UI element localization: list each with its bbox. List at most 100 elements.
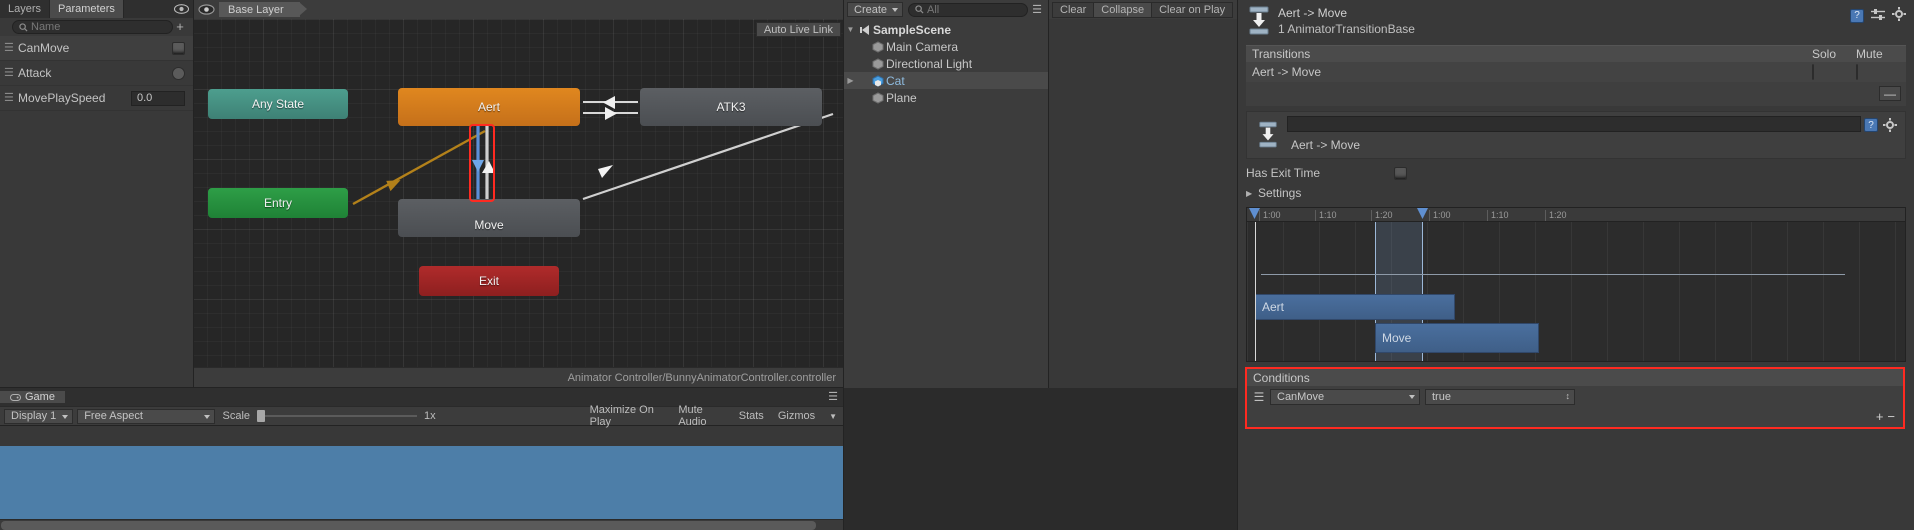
hierarchy-item-directional-light[interactable]: Directional Light <box>844 55 1049 72</box>
hierarchy-item-label: SampleScene <box>873 22 952 37</box>
gear-icon[interactable] <box>1881 116 1899 154</box>
transitions-header-label: Transitions <box>1252 47 1311 61</box>
hierarchy-item-main-camera[interactable]: Main Camera <box>844 38 1049 55</box>
console-toolbar: Clear Collapse Clear on Play <box>1049 0 1238 19</box>
conditions-footer: + − <box>1247 408 1903 425</box>
create-dropdown[interactable]: Create <box>847 2 903 17</box>
condition-value-dropdown[interactable]: true <box>1425 389 1575 405</box>
drag-handle-icon[interactable]: ☰ <box>4 92 18 103</box>
help-icon[interactable]: ? <box>1861 116 1881 154</box>
add-parameter-button[interactable]: + <box>173 20 187 33</box>
maximize-on-play-toggle[interactable]: Maximize On Play <box>583 404 672 428</box>
transition-name-input[interactable] <box>1287 116 1861 132</box>
hierarchy-item-plane[interactable]: Plane <box>844 89 1049 106</box>
panel-divider[interactable] <box>843 0 844 530</box>
layer-visibility-icon[interactable] <box>169 0 193 18</box>
hierarchy-menu-icon[interactable]: ☰ <box>1028 4 1046 15</box>
layer-eye-icon[interactable] <box>193 0 219 19</box>
scale-slider[interactable] <box>257 409 418 423</box>
parameter-trigger-radio[interactable] <box>172 66 185 80</box>
panel-divider[interactable] <box>1237 0 1238 530</box>
timeline-clip-label: Aert <box>1262 300 1285 314</box>
state-node-any-state[interactable]: Any State <box>208 89 348 119</box>
transition-row-label: Aert -> Move <box>1252 65 1322 79</box>
state-node-atk3[interactable]: ATK3 <box>640 88 822 126</box>
prefab-icon <box>870 74 886 87</box>
animator-asset-path: Animator Controller/BunnyAnimatorControl… <box>193 367 844 388</box>
state-node-label: Move <box>474 218 504 232</box>
console-log-list[interactable] <box>1049 19 1238 388</box>
panel-divider[interactable] <box>193 0 194 388</box>
stats-toggle[interactable]: Stats <box>732 410 771 422</box>
game-panel-menu-icon[interactable]: ☰ <box>828 392 844 403</box>
drag-handle-icon[interactable]: ☰ <box>4 67 18 78</box>
hierarchy-item-samplescene[interactable]: ▼ SampleScene <box>844 21 1049 38</box>
panel-divider[interactable] <box>0 387 844 388</box>
breadcrumb-base-layer[interactable]: Base Layer <box>219 2 307 17</box>
inspector-header-icons: ? <box>1850 7 1906 24</box>
timeline-clip-move[interactable]: Move <box>1375 323 1539 353</box>
scale-label: Scale <box>222 410 251 422</box>
parameter-bool-checkbox[interactable] <box>172 41 185 55</box>
drag-handle-icon[interactable]: ☰ <box>4 42 18 53</box>
solo-header-label: Solo <box>1812 47 1837 61</box>
mute-audio-toggle[interactable]: Mute Audio <box>671 404 731 428</box>
parameter-float-input[interactable]: 0.0 <box>131 90 185 106</box>
aspect-dropdown[interactable]: Free Aspect <box>77 408 216 424</box>
hierarchy-tree[interactable]: ▼ SampleScene Main Camera Directional Li… <box>844 19 1049 388</box>
chevron-right-icon[interactable]: ▶ <box>1246 189 1258 198</box>
transition-start-handle[interactable] <box>1417 208 1428 219</box>
game-view-scrollbar[interactable] <box>0 519 844 530</box>
panel-divider[interactable] <box>1048 0 1049 388</box>
condition-row: ☰ CanMove true <box>1247 386 1903 408</box>
parameter-row-canmove[interactable]: ☰ CanMove <box>0 36 193 61</box>
solo-checkbox[interactable] <box>1812 64 1814 80</box>
chevron-down-icon[interactable]: ▼ <box>822 412 844 421</box>
timeline-ruler[interactable]: 1:00 1:10 1:20 1:00 1:10 1:20 <box>1247 208 1905 222</box>
condition-parameter-dropdown[interactable]: CanMove <box>1270 389 1420 405</box>
state-node-exit[interactable]: Exit <box>419 266 559 296</box>
console-clear-button[interactable]: Clear <box>1052 1 1095 18</box>
game-view-render[interactable] <box>0 446 844 530</box>
has-exit-time-label: Has Exit Time <box>1246 166 1321 180</box>
parameter-row-attack[interactable]: ☰ Attack <box>0 61 193 86</box>
gear-icon[interactable] <box>1892 7 1906 24</box>
tab-game[interactable]: Game <box>0 391 65 403</box>
display-dropdown[interactable]: Display 1 <box>4 408 74 424</box>
parameter-name: Attack <box>18 66 52 80</box>
state-node-aert[interactable]: Aert <box>398 88 580 126</box>
tab-layers[interactable]: Layers <box>0 0 51 18</box>
settings-foldout-row[interactable]: ▶ Settings <box>1238 183 1914 203</box>
auto-live-link-button[interactable]: Auto Live Link <box>755 22 841 37</box>
transition-timeline[interactable]: 1:00 1:10 1:20 1:00 1:10 1:20 Aert Move <box>1246 207 1906 362</box>
hierarchy-item-cat[interactable]: ▶ Cat <box>844 72 1049 89</box>
inspector-panel: Aert -> Move 1 AnimatorTransitionBase ? … <box>1238 0 1914 530</box>
transition-list-row[interactable]: Aert -> Move <box>1246 62 1906 82</box>
chevron-down-icon[interactable]: ▼ <box>844 25 857 34</box>
drag-handle-icon[interactable]: ☰ <box>1253 391 1265 403</box>
remove-condition-button[interactable]: − <box>1887 410 1895 423</box>
animator-breadcrumb-bar: Base Layer <box>193 0 844 19</box>
console-collapse-button[interactable]: Collapse <box>1093 1 1153 18</box>
help-icon[interactable]: ? <box>1850 8 1864 23</box>
chevron-right-icon[interactable]: ▶ <box>844 76 857 85</box>
gizmos-dropdown[interactable]: Gizmos <box>771 410 822 422</box>
parameter-search-input[interactable]: Name <box>12 20 173 34</box>
mute-checkbox[interactable] <box>1856 64 1858 80</box>
tab-parameters[interactable]: Parameters <box>50 0 124 18</box>
has-exit-time-checkbox[interactable] <box>1394 166 1407 180</box>
animator-graph-panel: Base Layer Any State Entry Exit Aert ATK… <box>193 0 844 388</box>
console-clear-on-play-button[interactable]: Clear on Play <box>1151 1 1234 18</box>
parameter-row-moveplayspeed[interactable]: ☰ MovePlaySpeed 0.0 <box>0 86 193 111</box>
hierarchy-search-input[interactable]: All <box>908 2 1028 17</box>
add-condition-button[interactable]: + <box>1876 410 1884 423</box>
state-node-label: Aert <box>477 100 500 114</box>
state-node-entry[interactable]: Entry <box>208 188 348 218</box>
remove-transition-button[interactable]: — <box>1879 86 1901 101</box>
timeline-grid <box>1247 222 1905 361</box>
state-node-move[interactable]: Move <box>398 199 580 237</box>
timeline-clip-aert[interactable]: Aert <box>1255 294 1455 320</box>
preset-icon[interactable] <box>1871 8 1885 24</box>
inspector-lower-area <box>1238 434 1914 530</box>
animator-state-machine-canvas[interactable]: Any State Entry Exit Aert ATK3 Move Auto… <box>193 19 844 367</box>
